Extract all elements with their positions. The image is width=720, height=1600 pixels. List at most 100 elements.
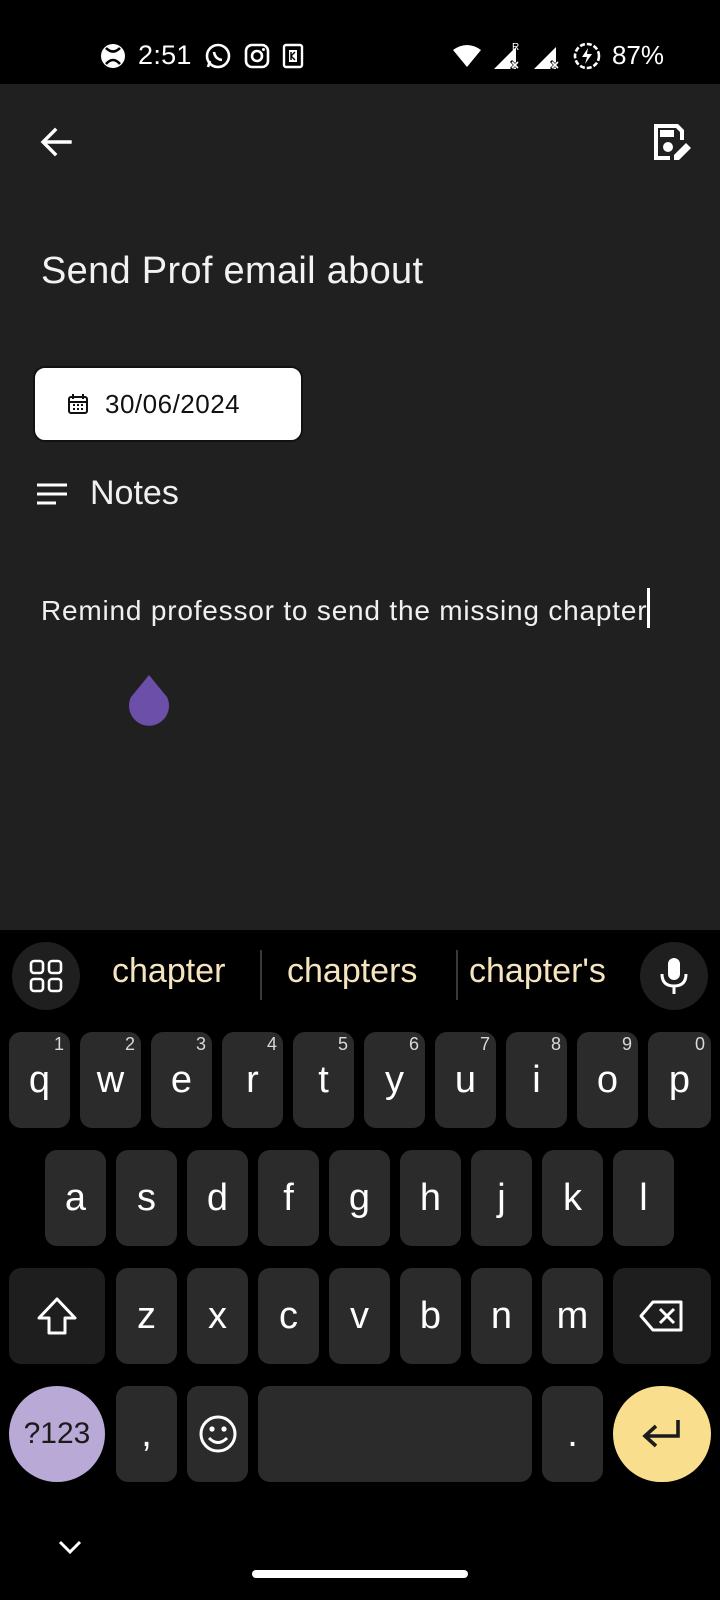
key-t[interactable]: t5 [293, 1032, 354, 1128]
chevron-down-icon [58, 1540, 82, 1555]
cursor-handle[interactable] [127, 675, 171, 731]
backspace-icon [639, 1300, 683, 1332]
backspace-key[interactable] [613, 1268, 711, 1364]
key-g[interactable]: g [329, 1150, 390, 1246]
home-indicator[interactable] [252, 1570, 468, 1578]
key-n[interactable]: n [471, 1268, 532, 1364]
suggestion-3[interactable]: chapter's [469, 952, 606, 991]
key-v[interactable]: v [329, 1268, 390, 1364]
key-d[interactable]: d [187, 1150, 248, 1246]
save-edit-icon [654, 124, 691, 160]
key-c[interactable]: c [258, 1268, 319, 1364]
notes-header: Notes [36, 474, 179, 513]
suggestion-1[interactable]: chapter [112, 952, 225, 991]
status-bar: 2:51 R 87% [0, 0, 720, 84]
key-hint: 9 [621, 1034, 632, 1054]
key-s[interactable]: s [116, 1150, 177, 1246]
key-hint: 8 [550, 1034, 561, 1054]
battery-saver-icon [572, 41, 602, 71]
key-label: y [385, 1058, 404, 1101]
key-e[interactable]: e3 [151, 1032, 212, 1128]
suggestion-divider [456, 950, 458, 1000]
notes-input[interactable]: Remind professor to send the missing cha… [41, 588, 661, 634]
microphone-icon [660, 958, 688, 994]
comma-key[interactable]: , [116, 1386, 177, 1482]
task-title[interactable]: Send Prof email about [41, 250, 423, 293]
space-key[interactable] [258, 1386, 532, 1482]
notes-text: Remind professor to send the missing cha… [41, 595, 648, 626]
keyboard: chapter chapters chapter's q1 w2 e3 r4 t… [0, 930, 720, 1600]
keyboard-menu-button[interactable] [12, 942, 80, 1010]
key-hint: 5 [337, 1034, 348, 1054]
signal-icon [532, 41, 562, 71]
battery-percent: 87% [611, 40, 664, 70]
suggestion-strip: chapter chapters chapter's [0, 930, 720, 1020]
key-u[interactable]: u7 [435, 1032, 496, 1128]
signal-r-icon: R [492, 41, 522, 71]
key-label: p [668, 1058, 691, 1101]
hide-keyboard-button[interactable] [56, 1538, 84, 1561]
key-z[interactable]: z [116, 1268, 177, 1364]
key-q[interactable]: q1 [9, 1032, 70, 1128]
key-y[interactable]: y6 [364, 1032, 425, 1128]
screen: 2:51 R 87% Send Prof email about 30/06/2… [0, 0, 720, 1600]
grid-icon [29, 959, 63, 993]
key-hint: 4 [266, 1034, 277, 1054]
arrow-back-icon [40, 127, 72, 157]
notes-label: Notes [90, 474, 179, 512]
key-label: i [532, 1058, 541, 1101]
key-h[interactable]: h [400, 1150, 461, 1246]
key-hint: 7 [479, 1034, 490, 1054]
calendar-icon [67, 393, 89, 415]
key-label: e [170, 1058, 193, 1101]
back-button[interactable] [32, 118, 80, 166]
wifi-icon [452, 44, 482, 68]
symbols-key[interactable]: ?123 [9, 1386, 105, 1482]
period-key[interactable]: . [542, 1386, 603, 1482]
key-p[interactable]: p0 [648, 1032, 711, 1128]
enter-icon [642, 1420, 680, 1448]
key-f[interactable]: f [258, 1150, 319, 1246]
xbox-icon [100, 43, 126, 69]
key-l[interactable]: l [613, 1150, 674, 1246]
key-m[interactable]: m [542, 1268, 603, 1364]
key-k[interactable]: k [542, 1150, 603, 1246]
key-j[interactable]: j [471, 1150, 532, 1246]
key-a[interactable]: a [45, 1150, 106, 1246]
suggestion-2[interactable]: chapters [287, 952, 417, 991]
key-x[interactable]: x [187, 1268, 248, 1364]
key-label: t [318, 1058, 329, 1101]
voice-input-button[interactable] [640, 942, 708, 1010]
key-hint: 1 [53, 1034, 64, 1054]
save-button[interactable] [646, 116, 698, 168]
key-label: o [596, 1058, 619, 1101]
emoji-icon [199, 1415, 236, 1453]
key-r[interactable]: r4 [222, 1032, 283, 1128]
status-right: R 87% [452, 40, 664, 71]
shift-icon [37, 1297, 77, 1335]
key-w[interactable]: w2 [80, 1032, 141, 1128]
key-label: q [28, 1058, 51, 1101]
shift-key[interactable] [9, 1268, 105, 1364]
key-label: r [246, 1058, 259, 1101]
suggestion-divider [260, 950, 262, 1000]
enter-key[interactable] [613, 1386, 711, 1482]
key-hint: 3 [195, 1034, 206, 1054]
emoji-key[interactable] [187, 1386, 248, 1482]
text-cursor [647, 588, 651, 628]
date-chip[interactable]: 30/06/2024 [33, 366, 303, 442]
key-o[interactable]: o9 [577, 1032, 638, 1128]
key-label: u [454, 1058, 477, 1101]
status-left: 2:51 [100, 40, 304, 71]
app-k-icon [282, 43, 304, 69]
key-hint: 0 [694, 1034, 705, 1054]
key-hint: 2 [124, 1034, 135, 1054]
key-label: w [96, 1058, 125, 1101]
whatsapp-icon [204, 42, 232, 70]
key-hint: 6 [408, 1034, 419, 1054]
key-i[interactable]: i8 [506, 1032, 567, 1128]
svg-text:R: R [512, 42, 519, 53]
key-b[interactable]: b [400, 1268, 461, 1364]
date-text: 30/06/2024 [105, 388, 241, 419]
instagram-icon [244, 43, 270, 69]
